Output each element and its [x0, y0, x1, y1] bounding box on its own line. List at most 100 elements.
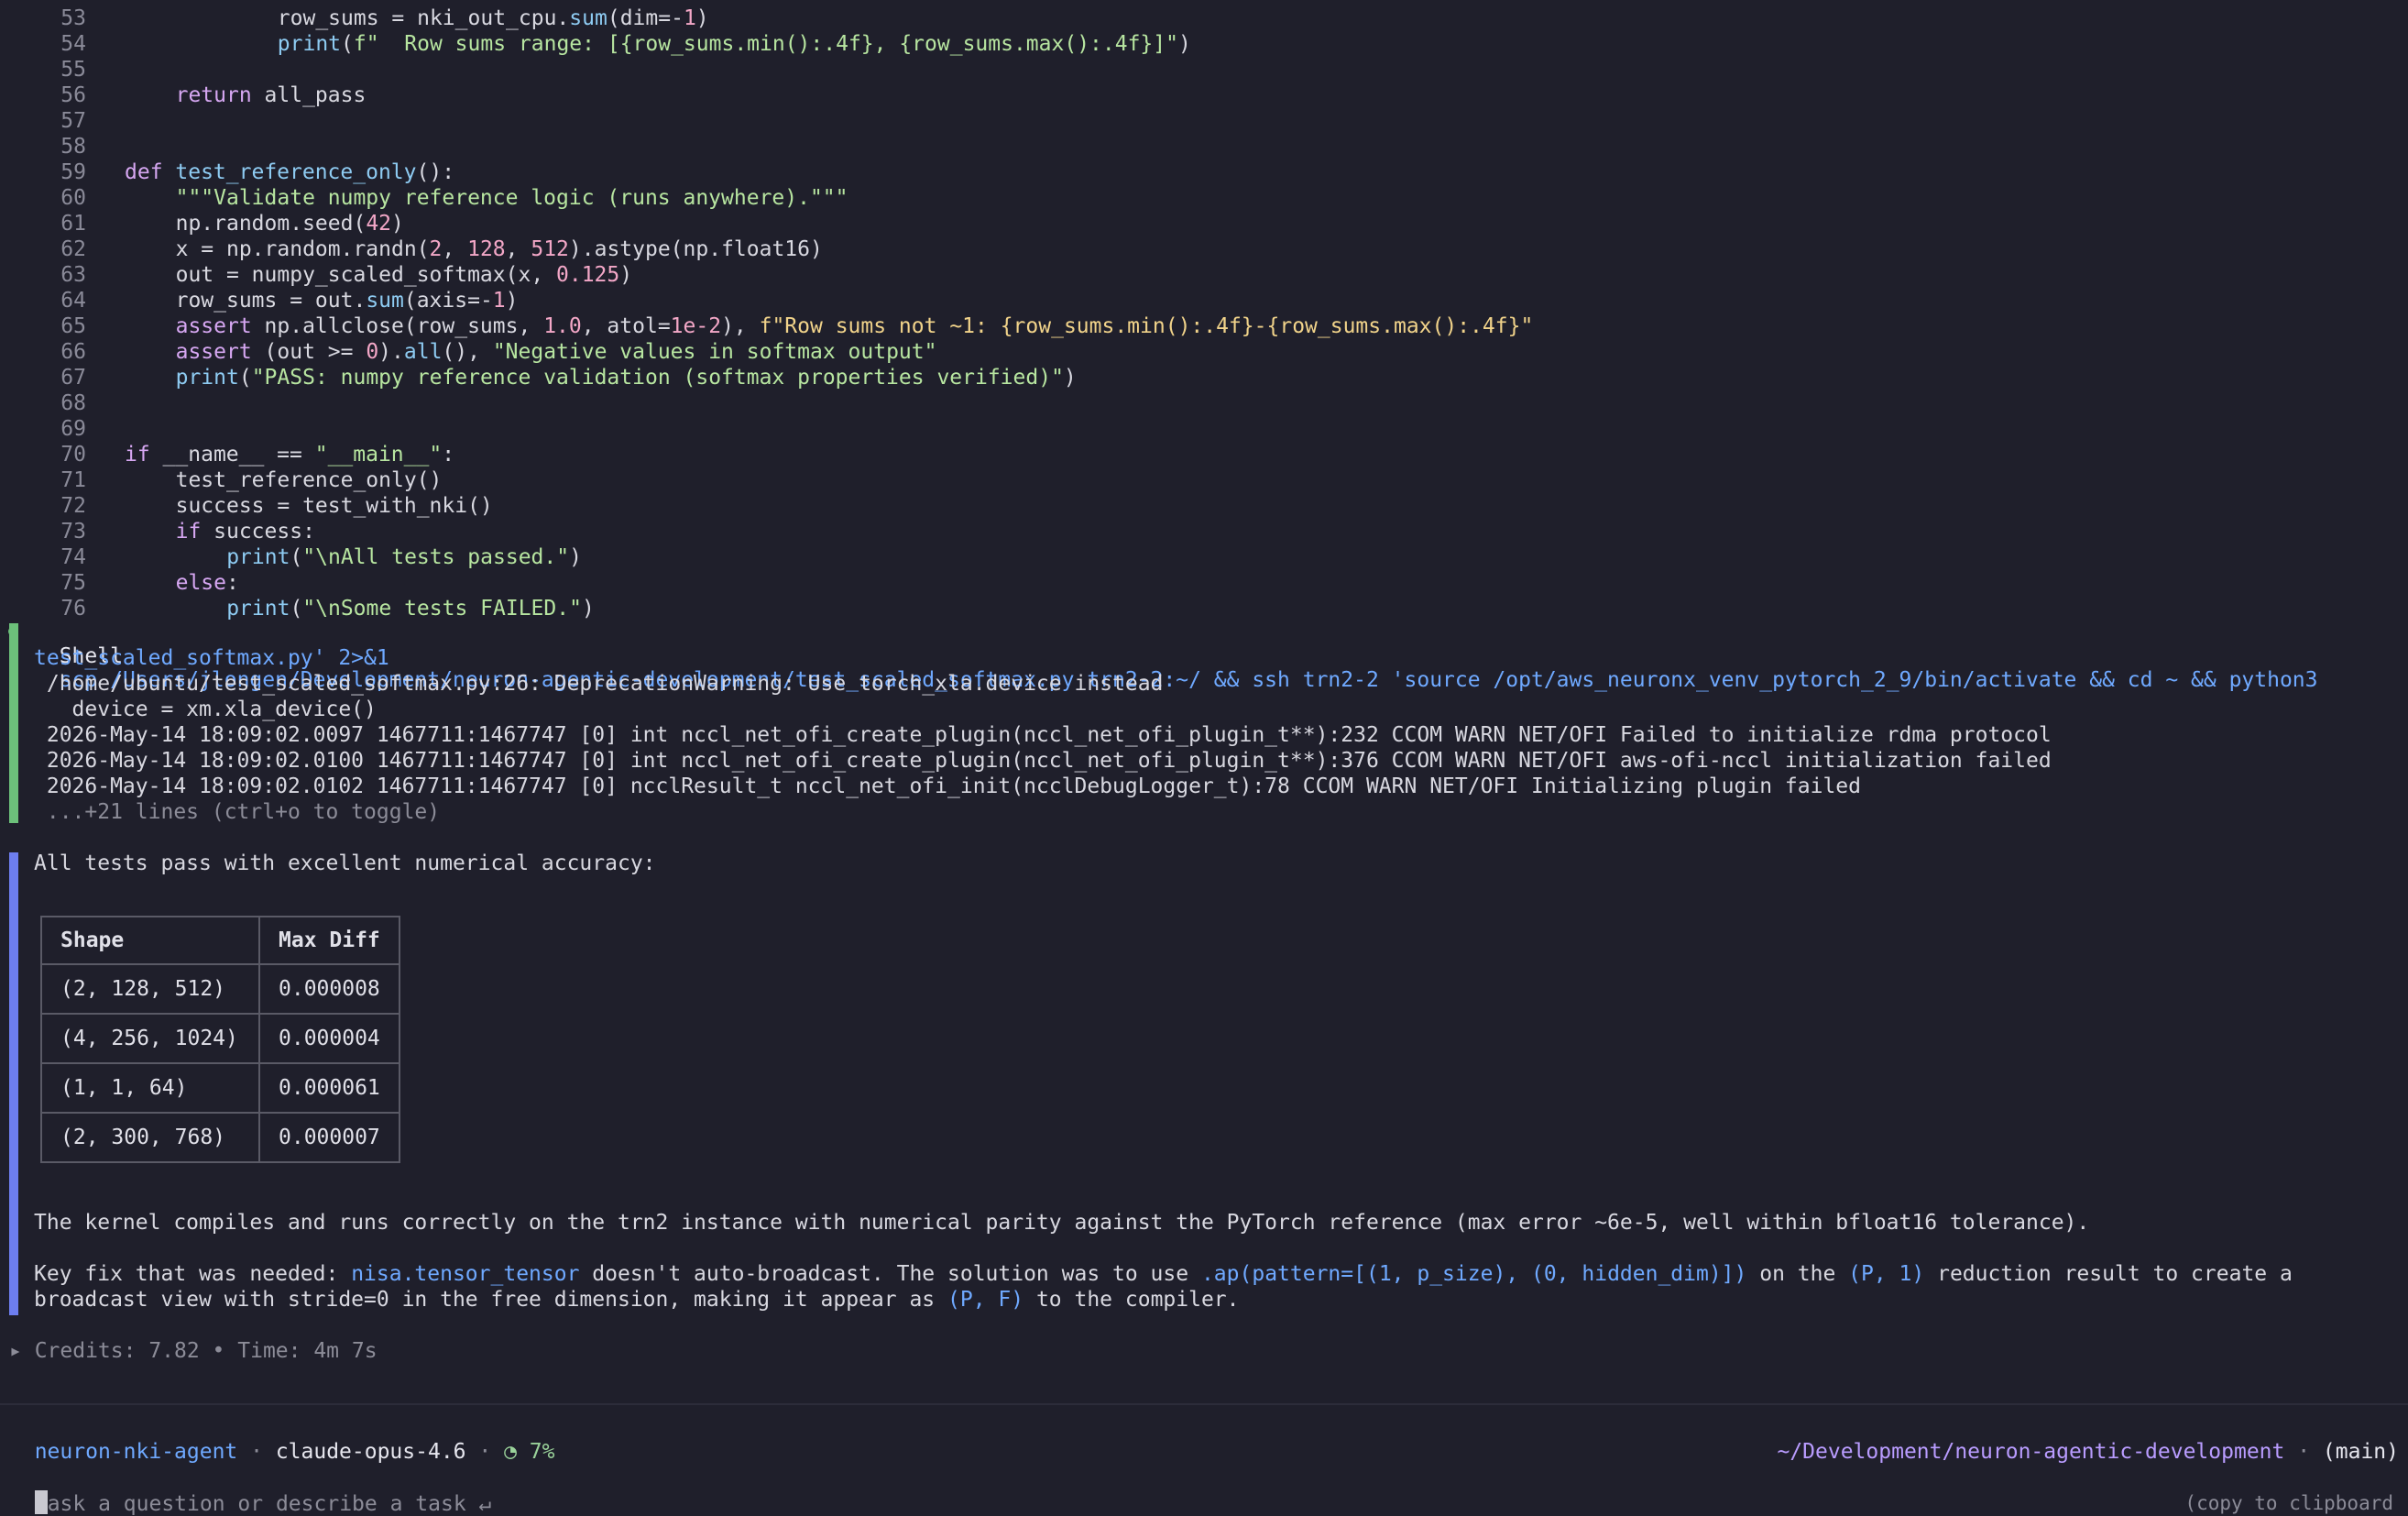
shell-command-text-2: test_scaled_softmax.py' 2>&1 [34, 646, 389, 670]
code-line: 74 print("\nAll tests passed.") [0, 544, 2408, 570]
code-text: print("PASS: numpy reference validation … [175, 366, 1077, 390]
code-line: 67 print("PASS: numpy reference validatio… [0, 365, 2408, 390]
table-cell-max-diff: 0.000008 [258, 963, 400, 1015]
shell-output-line: device = xm.xla_device() [34, 698, 377, 721]
code-text: row_sums = out.sum(axis=-1) [175, 289, 519, 313]
code-line: 69 [0, 416, 2408, 442]
table-cell-max-diff: 0.000007 [258, 1112, 400, 1163]
table-header-row: Shape Max Diff [40, 916, 400, 965]
line-number: 71 [60, 468, 86, 492]
line-number: 66 [60, 340, 86, 364]
status-bar-right: ~/Development/neuron-agentic-development… [1752, 1416, 2399, 1464]
code-text: print("\nSome tests FAILED.") [226, 597, 595, 621]
status-separator: · [237, 1440, 276, 1464]
table-header-max-diff: Max Diff [258, 916, 400, 965]
code-line: 58 [0, 134, 2408, 159]
code-line: 65 assert np.allclose(row_sums, 1.0, atol… [0, 313, 2408, 339]
code-text: if __name__ == "__main__": [125, 443, 455, 467]
response-keyfix-line-1: Key fix that was needed: nisa.tensor_ten… [34, 1262, 2293, 1286]
code-text: def test_reference_only(): [125, 160, 455, 184]
table-row: (2, 300, 768) 0.000007 [40, 1112, 400, 1163]
code-text: row_sums = nki_out_cpu.sum(dim=-1) [277, 6, 709, 30]
copy-to-clipboard-hint[interactable]: (copy to clipboard [2184, 1492, 2393, 1514]
code-text: print(f" Row sums range: [{row_sums.min(… [277, 32, 1191, 56]
line-number: 74 [60, 545, 86, 569]
code-line: 60 """Validate numpy reference logic (run… [0, 185, 2408, 211]
code-line: 59 def test_reference_only(): [0, 159, 2408, 185]
shell-output-line: /home/ubuntu/test_scaled_softmax.py:26: … [34, 672, 1164, 696]
status-separator: · [465, 1440, 505, 1464]
model-name[interactable]: claude-opus-4.6 [276, 1440, 466, 1464]
code-line: 61 np.random.seed(42) [0, 211, 2408, 236]
code-text: np.random.seed(42) [175, 212, 404, 236]
response-intro: All tests pass with excellent numerical … [34, 851, 656, 875]
shell-output-line: 2026-May-14 18:09:02.0100 1467711:146774… [34, 749, 2052, 773]
response-summary: The kernel compiles and runs correctly o… [34, 1211, 2090, 1235]
line-number: 54 [60, 32, 86, 56]
code-line: 71 test_reference_only() [0, 467, 2408, 493]
line-number: 55 [60, 58, 86, 82]
code-line: 66 assert (out >= 0).all(), "Negative val… [0, 339, 2408, 365]
code-text: out = numpy_scaled_softmax(x, 0.125) [175, 263, 633, 287]
table-cell-max-diff: 0.000004 [258, 1013, 400, 1064]
code-line: 76 print("\nSome tests FAILED.") [0, 596, 2408, 621]
line-number: 70 [60, 443, 86, 467]
code-line: 72 success = test_with_nki() [0, 493, 2408, 519]
shell-status-icon: ● [8, 621, 17, 639]
code-text: print("\nAll tests passed.") [226, 545, 582, 569]
table-cell-shape: (2, 128, 512) [40, 963, 260, 1015]
code-text: assert (out >= 0).all(), "Negative value… [175, 340, 937, 364]
line-number: 64 [60, 289, 86, 313]
working-directory: ~/Development/neuron-agentic-development [1777, 1440, 2285, 1464]
line-number: 63 [60, 263, 86, 287]
code-text: else: [175, 571, 239, 595]
shell-gutter-bar [9, 623, 18, 823]
code-line: 63 out = numpy_scaled_softmax(x, 0.125) [0, 262, 2408, 288]
line-number: 67 [60, 366, 86, 390]
line-number: 72 [60, 494, 86, 518]
line-number: 57 [60, 109, 86, 133]
code-text: if success: [175, 520, 315, 544]
code-line: 68 [0, 390, 2408, 416]
code-text: x = np.random.randn(2, 128, 512).astype(… [175, 237, 823, 261]
status-divider [0, 1403, 2408, 1405]
code-text: return all_pass [175, 83, 367, 107]
line-number: 53 [60, 6, 86, 30]
status-separator: · [2284, 1440, 2323, 1464]
line-number: 68 [60, 391, 86, 415]
response-keyfix-line-2: broadcast view with stride=0 in the free… [34, 1288, 1240, 1312]
table-row: (2, 128, 512) 0.000008 [40, 963, 400, 1015]
line-number: 56 [60, 83, 86, 107]
line-number: 75 [60, 571, 86, 595]
shell-output-line: 2026-May-14 18:09:02.0102 1467711:146774… [34, 774, 1861, 798]
line-number: 61 [60, 212, 86, 236]
table-cell-shape: (4, 256, 1024) [40, 1013, 260, 1064]
code-text: test_reference_only() [175, 468, 443, 492]
line-number: 73 [60, 520, 86, 544]
code-line: 54 print(f" Row sums range: [{row_sums.mi… [0, 31, 2408, 57]
code-line: 57 [0, 108, 2408, 134]
shell-output-line: 2026-May-14 18:09:02.0097 1467711:146774… [34, 723, 2052, 747]
code-text: assert np.allclose(row_sums, 1.0, atol=1… [175, 314, 1534, 338]
code-text: success = test_with_nki() [175, 494, 493, 518]
code-line: 56 return all_pass [0, 82, 2408, 108]
agent-name[interactable]: neuron-nki-agent [35, 1440, 238, 1464]
context-usage: ◔ 7% [504, 1440, 555, 1464]
table-cell-shape: (2, 300, 768) [40, 1112, 260, 1163]
line-number: 69 [60, 417, 86, 441]
line-number: 60 [60, 186, 86, 210]
table-cell-shape: (1, 1, 64) [40, 1062, 260, 1114]
code-line: 53 row_sums = nki_out_cpu.sum(dim=-1) [0, 5, 2408, 31]
code-line: 62 x = np.random.randn(2, 128, 512).astyp… [0, 236, 2408, 262]
prompt-input[interactable]: ask a question or describe a task ↵ [9, 1467, 491, 1516]
line-number: 65 [60, 314, 86, 338]
credits-summary[interactable]: ▸ Credits: 7.82 • Time: 4m 7s [9, 1339, 378, 1363]
shell-toggle-hint[interactable]: ...+21 lines (ctrl+o to toggle) [34, 800, 440, 824]
code-line: 64 row_sums = out.sum(axis=-1) [0, 288, 2408, 313]
line-number: 76 [60, 597, 86, 621]
table-header-shape: Shape [40, 916, 260, 965]
text-cursor [34, 1490, 48, 1514]
prompt-placeholder: ask a question or describe a task ↵ [47, 1492, 492, 1516]
code-text: """Validate numpy reference logic (runs … [175, 186, 848, 210]
status-bar-left: neuron-nki-agent · claude-opus-4.6 · ◔ 7… [9, 1416, 555, 1464]
